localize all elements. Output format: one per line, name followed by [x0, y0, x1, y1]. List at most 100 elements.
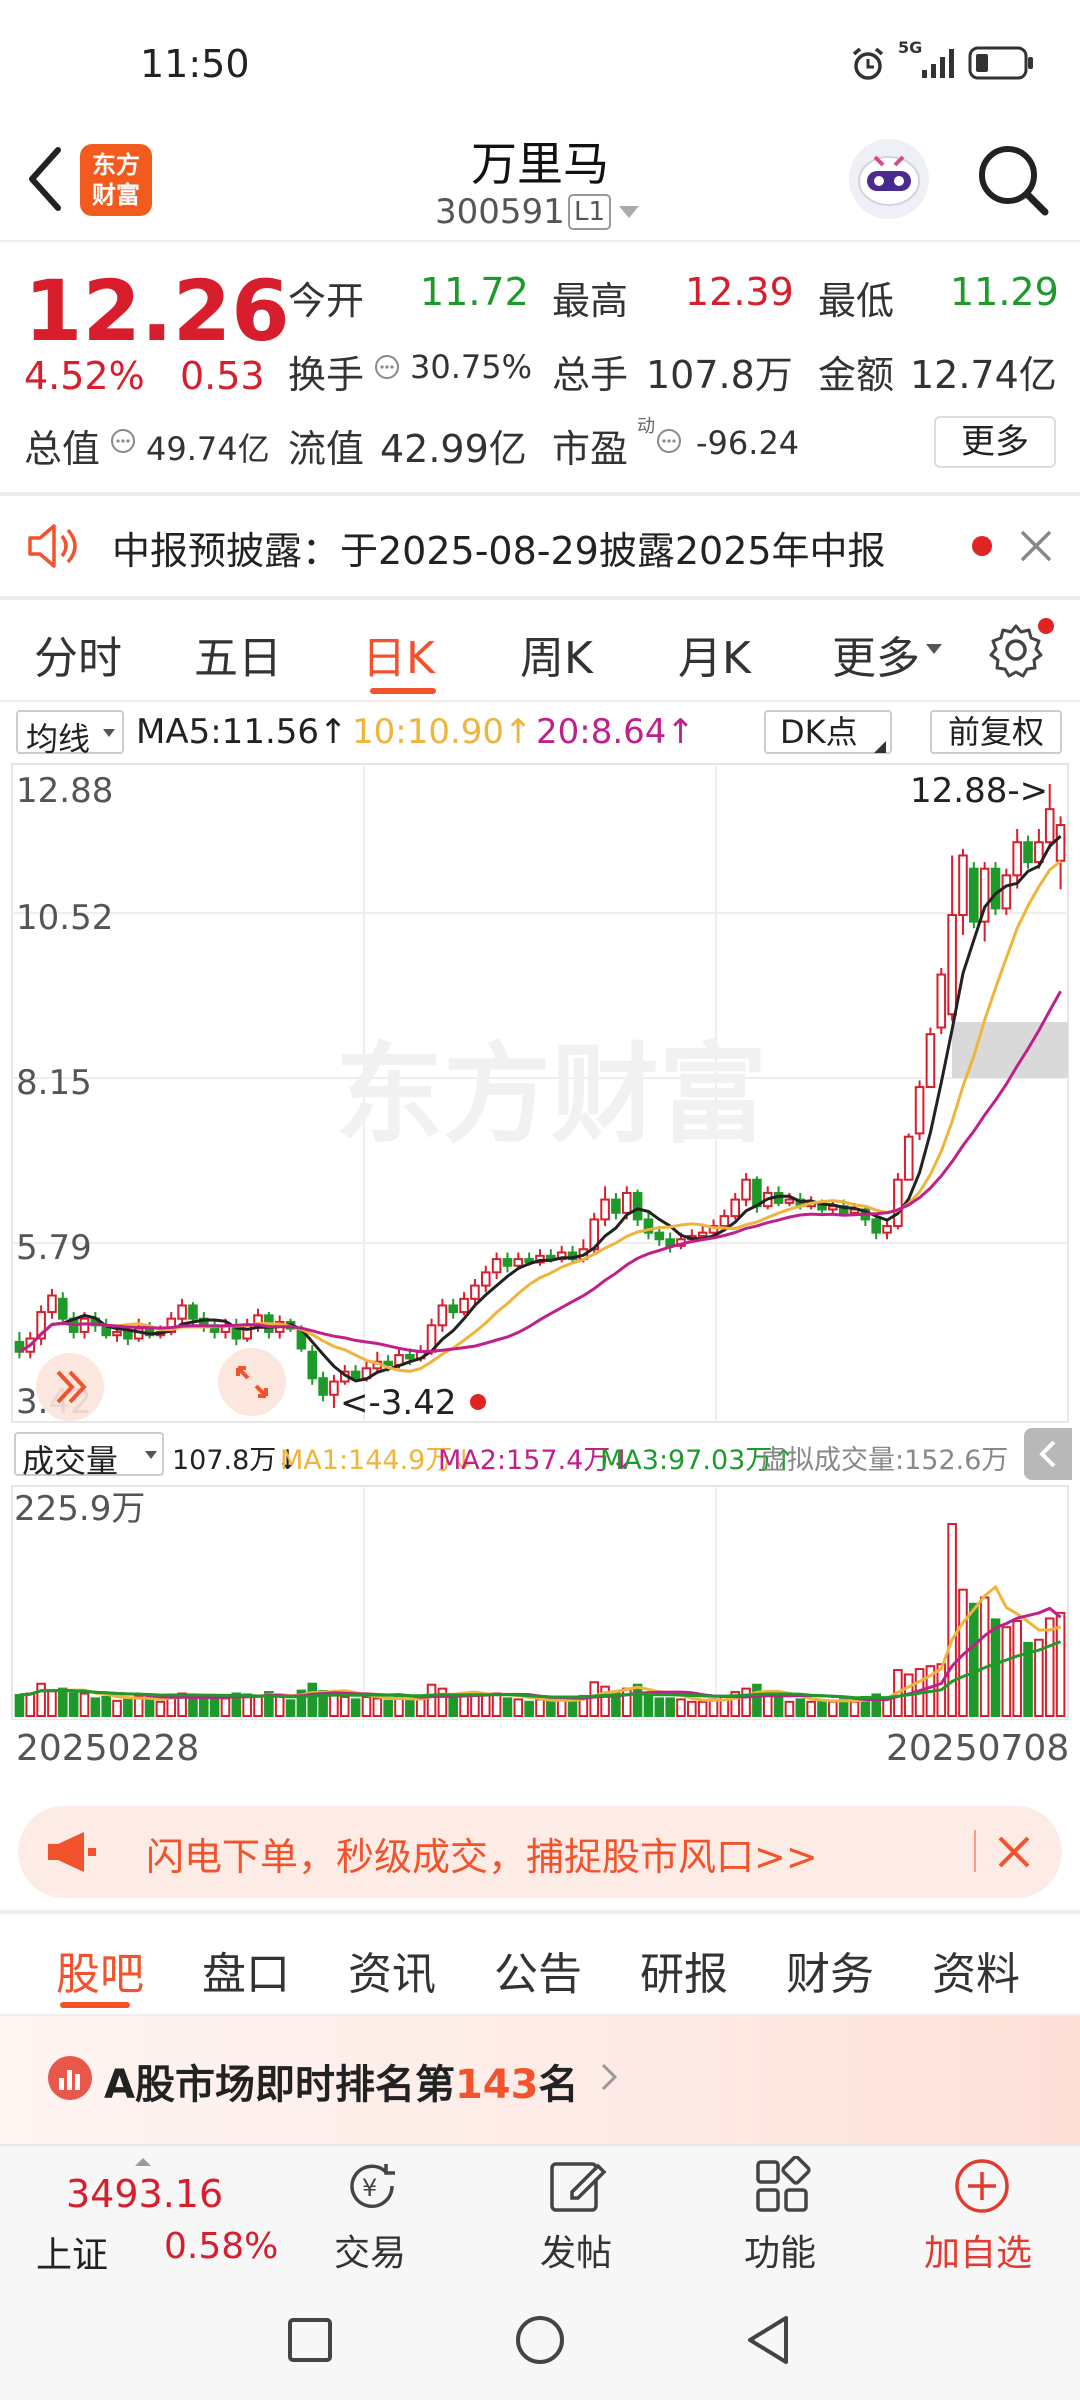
back-nav-icon[interactable]: [744, 2314, 792, 2370]
unread-dot: [972, 536, 992, 556]
candle-body: [459, 1297, 469, 1314]
ma-selector[interactable]: 均线: [16, 710, 124, 758]
virtual-volume: 虚拟成交量:152.6万: [760, 1445, 1009, 1476]
robot-assistant-icon[interactable]: [845, 135, 933, 223]
candle-body: [491, 1258, 502, 1274]
volume-bar: [307, 1682, 318, 1717]
volume-selector[interactable]: 成交量: [14, 1432, 164, 1480]
add-watchlist-icon[interactable]: [952, 2156, 1012, 2220]
volume-bar: [47, 1690, 57, 1718]
ranking-card[interactable]: A股市场即时排名第143名: [0, 2016, 1080, 2144]
notice-text[interactable]: 中报预披露：于2025-08-29披露2025年中报: [112, 520, 886, 575]
recents-icon[interactable]: [286, 2316, 334, 2368]
tab-daily-k[interactable]: 日K: [362, 622, 435, 686]
level-badge[interactable]: L1: [568, 194, 612, 230]
info-tabs: 股吧 盘口 资讯 公告 研报 财务 资料: [0, 1914, 1080, 2014]
active-tab-indicator: [370, 688, 436, 694]
volume-bar: [361, 1695, 372, 1717]
collapse-panel-button[interactable]: [1024, 1428, 1072, 1480]
candle-body: [448, 1304, 459, 1314]
gear-icon[interactable]: [988, 622, 1044, 682]
info-icon[interactable]: [656, 428, 682, 458]
index-value[interactable]: 3493.16: [66, 2172, 223, 2216]
candle-body: [47, 1294, 57, 1314]
tab-announcements[interactable]: 公告: [494, 1938, 582, 2002]
info-icon[interactable]: [374, 354, 400, 384]
info-icon[interactable]: [110, 428, 136, 458]
candle-body: [307, 1350, 318, 1380]
turnover-label: 换手: [288, 353, 365, 397]
candle-body: [188, 1304, 198, 1320]
volume-bar: [459, 1693, 469, 1718]
volume-bar: [198, 1697, 209, 1717]
adjust-button[interactable]: 前复权: [930, 710, 1062, 754]
volume-bar: [654, 1697, 665, 1717]
tab-profile[interactable]: 资料: [932, 1938, 1020, 2002]
volume-bar: [123, 1697, 133, 1717]
candle-body: [741, 1178, 751, 1201]
mktcap-value: 49.74亿: [146, 430, 270, 468]
volume-bar: [155, 1700, 166, 1717]
tab-more[interactable]: 更多: [832, 622, 920, 686]
trade-icon[interactable]: ¥: [340, 2156, 406, 2220]
dk-point-button[interactable]: DK点: [764, 710, 892, 754]
tab-guba[interactable]: 股吧: [56, 1938, 144, 2002]
candle-body: [632, 1191, 643, 1221]
volume-bar: [546, 1700, 556, 1717]
chevron-down-icon[interactable]: [618, 204, 640, 224]
candle-body: [621, 1191, 632, 1214]
volume-bar: [68, 1692, 79, 1717]
index-name[interactable]: 上证: [36, 2226, 108, 2278]
home-icon[interactable]: [514, 2314, 566, 2370]
nav-add-watchlist[interactable]: 加自选: [924, 2224, 1032, 2276]
system-nav-bar: [0, 2280, 1080, 2400]
function-grid-icon[interactable]: [752, 2155, 812, 2220]
volume-bar: [101, 1695, 111, 1717]
ma-selector-label: 均线: [26, 720, 91, 758]
caret-up-icon: [134, 2152, 152, 2171]
volume-bar: [1001, 1626, 1012, 1718]
candle-body: [903, 1135, 914, 1181]
candle-body: [914, 1086, 925, 1135]
kline-chart[interactable]: 东方财富 12.88 10.52 8.15 5.79 3.42 12.88-> …: [0, 762, 1080, 1424]
tab-fenshi[interactable]: 分时: [34, 622, 122, 686]
candle-body: [871, 1218, 882, 1234]
tab-research[interactable]: 研报: [640, 1938, 728, 2002]
alarm-icon: [850, 46, 886, 86]
y-tick-label: 10.52: [16, 898, 113, 938]
tab-wuri[interactable]: 五日: [194, 622, 282, 686]
volume-bar: [253, 1694, 263, 1718]
nav-trade[interactable]: 交易: [334, 2224, 406, 2276]
tab-weekly-k[interactable]: 周K: [520, 622, 593, 686]
post-icon[interactable]: [546, 2156, 610, 2220]
volume-bar: [795, 1698, 806, 1718]
tab-pankou[interactable]: 盘口: [202, 1938, 290, 2002]
tab-monthly-k[interactable]: 月K: [678, 622, 751, 686]
nav-post[interactable]: 发帖: [540, 2224, 612, 2276]
volume-chart[interactable]: 225.9万: [0, 1484, 1080, 1720]
candle-body: [1023, 841, 1033, 864]
more-button[interactable]: 更多: [934, 416, 1056, 468]
battery-icon: [968, 46, 1034, 84]
search-icon[interactable]: [975, 142, 1051, 222]
nav-function[interactable]: 功能: [744, 2224, 816, 2276]
float-label: 流值: [288, 427, 365, 471]
index-change[interactable]: 0.58%: [164, 2226, 278, 2267]
tab-news[interactable]: 资讯: [348, 1938, 436, 2002]
volume-svg: 225.9万: [11, 1485, 1069, 1720]
close-icon[interactable]: [996, 1834, 1032, 1874]
tab-finance[interactable]: 财务: [786, 1938, 874, 2002]
close-icon[interactable]: [1018, 528, 1054, 568]
volume-bar: [773, 1695, 784, 1717]
turnover-value: 30.75%: [410, 348, 533, 386]
candle-body: [480, 1271, 491, 1287]
candle-body: [58, 1297, 68, 1320]
candle-body: [470, 1284, 480, 1300]
network-type: 5G: [898, 38, 923, 57]
volume-legend-bar: 成交量 107.8万↓ MA1:144.9万↓ MA2:157.4万↓ MA3:…: [0, 1424, 1080, 1484]
status-bar: 11:50 5G: [0, 0, 1080, 120]
promo-banner[interactable]: 闪电下单，秒级成交，捕捉股市风口>>: [18, 1806, 1062, 1898]
rank-chart-icon: [46, 2054, 94, 2106]
volume-bar: [665, 1697, 675, 1717]
marker-dot: [470, 1394, 486, 1410]
